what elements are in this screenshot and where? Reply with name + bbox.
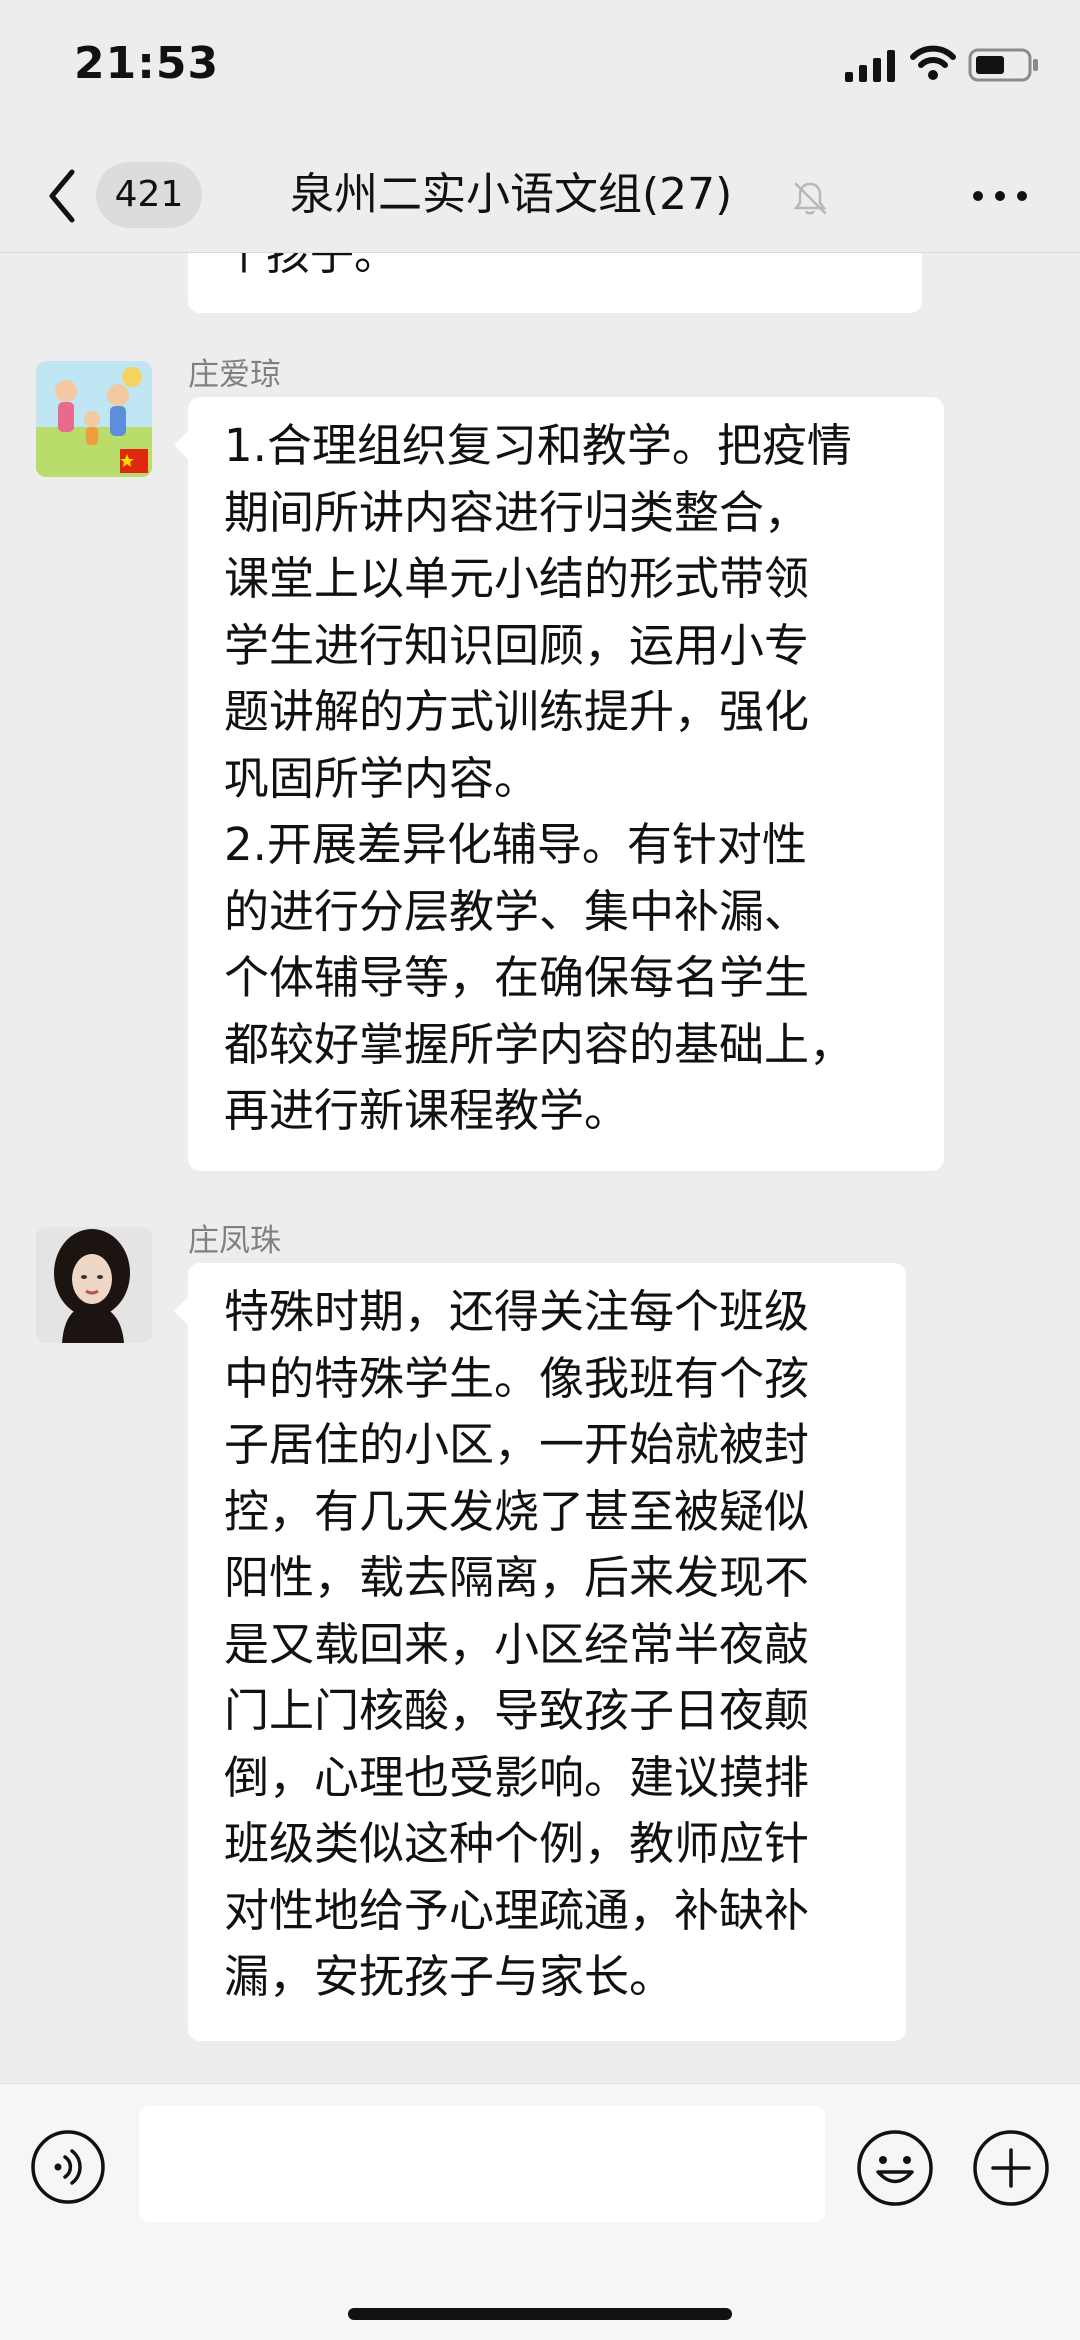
- message-bubble[interactable]: 1.合理组织复习和教学。把疫情 期间所讲内容进行归类整合， 课堂上以单元小结的形…: [174, 397, 944, 1171]
- nav-bar: 421 泉州二实小语文组(27): [0, 140, 1080, 253]
- message-list[interactable]: 个孩子。 庄爱琼 1.合理组织复习和教学。把疫情 期间所讲内容进行归类整合， 课…: [0, 253, 1080, 2083]
- message-bubble[interactable]: 特殊时期，还得关注每个班级 中的特殊学生。像我班有个孩 子居住的小区，一开始就被…: [174, 1263, 906, 2041]
- sender-name: 庄爱琼: [188, 357, 281, 393]
- battery-icon: [968, 48, 1038, 82]
- unread-count-badge[interactable]: 421: [96, 162, 202, 228]
- signal-icon: [845, 50, 895, 82]
- sender-name: 庄凤珠: [188, 1223, 281, 1259]
- chevron-left-icon[interactable]: [44, 166, 80, 226]
- bell-off-icon: [793, 182, 827, 215]
- previous-message-text: 个孩子。: [222, 253, 398, 280]
- message-text: 1.合理组织复习和教学。把疫情 期间所讲内容进行归类整合， 课堂上以单元小结的形…: [224, 419, 855, 1137]
- input-bar: [0, 2083, 1080, 2340]
- cartoon-family-avatar-icon: [36, 361, 152, 477]
- message-text: 特殊时期，还得关注每个班级 中的特殊学生。像我班有个孩 子居住的小区，一开始就被…: [224, 1285, 810, 2003]
- emoji-icon[interactable]: [856, 2129, 934, 2207]
- chat-title: 泉州二实小语文组(27): [290, 169, 733, 220]
- plus-circle-icon[interactable]: [972, 2129, 1050, 2207]
- previous-message-bubble[interactable]: 个孩子。: [188, 253, 922, 313]
- more-dots-icon[interactable]: [972, 186, 1028, 206]
- woman-photo-avatar-icon: [36, 1227, 152, 1343]
- message-input[interactable]: [139, 2106, 825, 2222]
- avatar[interactable]: [36, 1227, 152, 1343]
- wifi-icon: [910, 45, 956, 80]
- status-time: 21:53: [74, 38, 220, 89]
- voice-icon[interactable]: [30, 2129, 106, 2205]
- status-bar: 21:53: [0, 0, 1080, 140]
- avatar[interactable]: [36, 361, 152, 477]
- home-indicator[interactable]: [348, 2308, 732, 2320]
